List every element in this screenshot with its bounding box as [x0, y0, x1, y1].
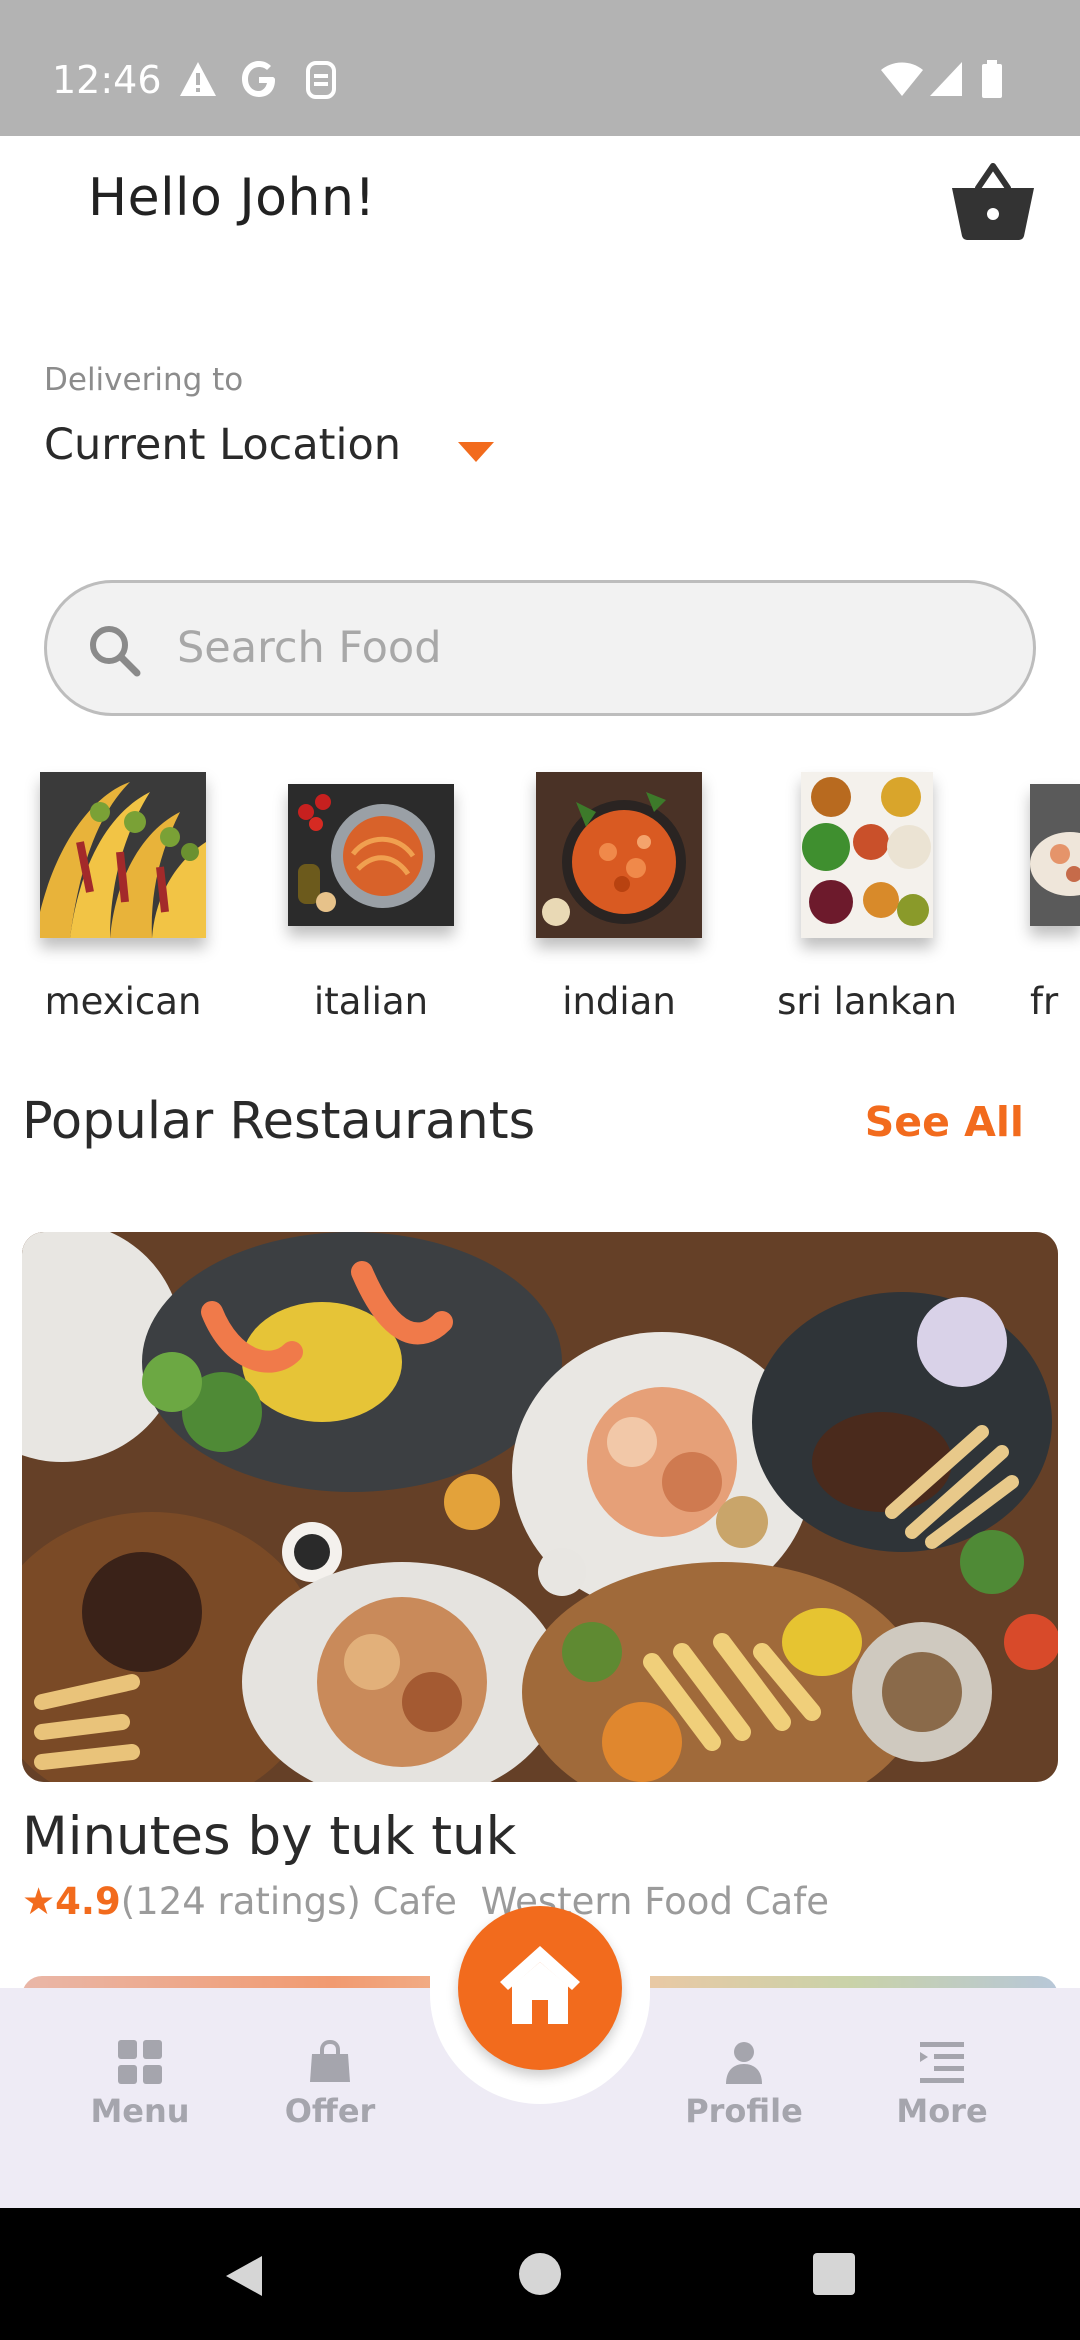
see-all-link[interactable]: See All	[865, 1098, 1024, 1146]
category-image	[288, 784, 454, 926]
category-label: mexican	[44, 980, 202, 1023]
search-input[interactable]	[177, 613, 977, 683]
restaurant-name[interactable]: Minutes by tuk tuk	[22, 1806, 516, 1867]
nav-menu[interactable]: Menu	[60, 2040, 220, 2130]
recents-icon[interactable]	[812, 2252, 856, 2301]
grid-icon	[118, 2040, 162, 2084]
shopping-bag-icon	[310, 2040, 350, 2082]
sim-icon	[304, 60, 338, 100]
category-sri-lankan[interactable]: sri lankan	[777, 772, 957, 1023]
nav-offer[interactable]: Offer	[250, 2040, 410, 2130]
nav-menu-label: Menu	[90, 2092, 190, 2130]
restaurant-ratings-count: (124 ratings)	[120, 1880, 361, 1923]
nav-more-label: More	[896, 2092, 988, 2130]
person-icon	[726, 2042, 762, 2084]
category-label: indian	[562, 980, 676, 1023]
nav-profile-label: Profile	[685, 2092, 803, 2130]
category-image	[801, 772, 933, 938]
back-icon[interactable]	[222, 2252, 266, 2305]
google-icon	[240, 60, 278, 100]
nav-profile[interactable]: Profile	[664, 2040, 824, 2130]
category-image	[40, 772, 206, 938]
category-image	[536, 772, 702, 938]
system-navigation-bar	[0, 2208, 1080, 2340]
category-partial[interactable]: fr	[1030, 772, 1080, 1023]
signal-icon	[928, 60, 964, 100]
warning-icon	[178, 60, 218, 100]
restaurant-rating: 4.9	[55, 1880, 121, 1923]
category-mexican[interactable]: mexican	[40, 772, 206, 1023]
delivering-label: Delivering to	[44, 362, 244, 398]
battery-icon	[980, 60, 1004, 100]
nav-more[interactable]: More	[862, 2040, 1022, 2130]
star-icon: ★	[22, 1880, 56, 1923]
category-image	[1030, 784, 1080, 926]
restaurant-meta: ★4.9(124 ratings) Cafe Western Food Cafe	[22, 1880, 829, 1923]
category-label: sri lankan	[777, 980, 957, 1023]
menu-list-icon	[920, 2042, 964, 2083]
cart-icon[interactable]	[950, 162, 1036, 242]
category-italian[interactable]: italian	[288, 772, 454, 1023]
chevron-down-icon[interactable]	[456, 440, 496, 464]
category-indian[interactable]: indian	[536, 772, 702, 1023]
search-bar[interactable]	[44, 580, 1036, 716]
home-button[interactable]	[458, 1906, 622, 2070]
greeting-title: Hello John!	[88, 168, 376, 228]
status-bar: 12:46	[0, 0, 1080, 136]
section-title: Popular Restaurants	[22, 1092, 536, 1151]
restaurant-image[interactable]	[22, 1232, 1058, 1782]
home-circle-icon[interactable]	[518, 2252, 562, 2301]
wifi-icon	[880, 60, 924, 100]
home-icon	[500, 1946, 580, 2024]
category-label: fr	[1030, 980, 1059, 1023]
category-label: italian	[313, 980, 429, 1023]
restaurant-type: Cafe	[372, 1880, 457, 1923]
search-icon	[87, 623, 141, 677]
location-selector[interactable]: Current Location	[44, 420, 401, 470]
status-time: 12:46	[52, 58, 162, 102]
nav-offer-label: Offer	[284, 2092, 376, 2130]
